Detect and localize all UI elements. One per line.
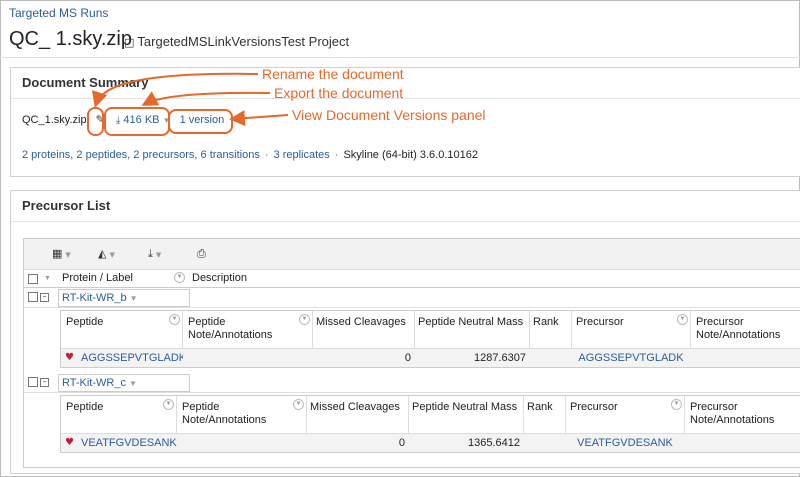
grid-icon: ▦	[52, 247, 63, 260]
column-protein-label[interactable]: Protein / Label	[62, 272, 133, 284]
protein-link[interactable]: RT-Kit-WR_b ▼	[58, 289, 190, 307]
header-label: Peptide Neutral Mass	[418, 316, 524, 328]
neutral-mass-cell: 1287.6307	[415, 348, 531, 367]
cell-value: 1287.6307	[474, 352, 526, 364]
charts-button[interactable]: ◭ ▼	[98, 247, 115, 260]
header-label: Rank	[527, 401, 553, 413]
header-label: Peptide	[66, 401, 104, 413]
precursor-note-cell	[691, 348, 800, 367]
sub-col-neutral-mass[interactable]: Peptide Neutral Mass	[409, 396, 524, 437]
chevron-down-icon: ▼	[65, 251, 71, 259]
column-description[interactable]: Description	[192, 272, 247, 284]
chart-icon: ◭	[98, 247, 107, 260]
column-menu-icon[interactable]: ▼	[677, 314, 688, 325]
cell-value: 1365.6412	[468, 437, 520, 449]
sub-col-rank[interactable]: Rank	[524, 396, 566, 437]
header-label: Peptide Neutral Mass	[412, 401, 518, 413]
protein-link[interactable]: RT-Kit-WR_c ▼	[58, 374, 190, 392]
precursor-cell[interactable]: VEATFGVDESANK	[565, 433, 686, 452]
sub-col-precursor-note[interactable]: Precursor Note/Annotations	[685, 396, 800, 437]
rank-cell	[524, 433, 566, 452]
row-checkbox[interactable]	[28, 377, 38, 387]
sub-col-precursor-note[interactable]: Precursor Note/Annotations	[691, 311, 800, 352]
missed-cleavages-cell: 0	[313, 348, 416, 367]
sub-col-missed-cleavages[interactable]: Missed Cleavages	[313, 311, 415, 352]
column-menu-icon[interactable]: ▼	[293, 399, 304, 410]
grid-toolbar: ▦ ▼ ◭ ▼ ⤓ ▼ ⎙	[24, 239, 800, 270]
header-label: Peptide Note/Annotations	[182, 401, 267, 426]
protein-label: RT-Kit-WR_b	[62, 292, 127, 304]
peptide-note-cell	[177, 433, 308, 452]
callout-export: Export the document	[274, 85, 404, 101]
column-menu-icon[interactable]: ▼	[174, 272, 185, 283]
sub-col-precursor[interactable]: Precursor	[571, 311, 691, 352]
peptide-cell[interactable]: ♥ AGGSSEPVTGLADK	[61, 348, 186, 367]
cell-value: 0	[404, 352, 411, 364]
precursor-link[interactable]: VEATFGVDESANK	[577, 437, 673, 449]
sub-col-peptide-note[interactable]: Peptide Note/Annotations	[177, 396, 307, 437]
header-label: Precursor	[576, 316, 624, 328]
callout-versions: View Document Versions panel	[292, 107, 486, 123]
print-icon: ⎙	[197, 247, 206, 260]
chevron-down-icon: ▼	[109, 251, 115, 259]
header-label: Peptide	[66, 316, 104, 328]
neutral-mass-cell: 1365.6412	[409, 433, 525, 452]
protein-row: − RT-Kit-WR_c ▼	[24, 374, 800, 393]
header-label: Missed Cleavages	[316, 316, 406, 328]
print-button[interactable]: ⎙	[197, 247, 206, 261]
grid-header: ▼ Protein / Label ▼ Description	[24, 270, 800, 288]
download-icon: ⤓	[148, 247, 153, 260]
select-all-checkbox[interactable]	[28, 274, 38, 284]
cell-value: 0	[398, 437, 405, 449]
precursor-grid: ▦ ▼ ◭ ▼ ⤓ ▼ ⎙ ▼ Protein / Label ▼ Descripti…	[23, 238, 800, 468]
rank-cell	[530, 348, 572, 367]
location-pin-icon: ♥	[65, 437, 74, 448]
row-checkbox[interactable]	[28, 292, 38, 302]
panel-title: Precursor List	[11, 191, 800, 222]
sub-col-missed-cleavages[interactable]: Missed Cleavages	[307, 396, 409, 437]
column-menu-icon[interactable]: ▼	[163, 399, 174, 410]
column-menu-icon[interactable]: ▼	[671, 399, 682, 410]
export-button[interactable]: ⤓ ▼	[148, 247, 161, 261]
header-label: Precursor Note/Annotations	[690, 401, 775, 426]
header-label: Precursor Note/Annotations	[696, 316, 781, 341]
header-label: Missed Cleavages	[310, 401, 400, 413]
sub-col-peptide-note[interactable]: Peptide Note/Annotations	[183, 311, 313, 352]
peptide-subgrid: Peptide ▼ Peptide Note/Annotations ▼ Mis…	[60, 310, 800, 368]
peptide-note-cell	[183, 348, 314, 367]
precursor-list-panel: Precursor List ▦ ▼ ◭ ▼ ⤓ ▼ ⎙ ▼ Protein / La…	[10, 190, 800, 474]
callout-rename: Rename the document	[262, 66, 404, 82]
missed-cleavages-cell: 0	[307, 433, 410, 452]
column-menu-icon[interactable]: ▼	[299, 314, 310, 325]
sub-col-peptide[interactable]: Peptide	[61, 396, 177, 437]
chevron-down-icon: ▼	[155, 251, 162, 259]
peptide-link[interactable]: VEATFGVDESANK	[81, 434, 177, 452]
location-pin-icon: ♥	[65, 352, 74, 363]
collapse-icon[interactable]: −	[40, 378, 49, 387]
column-menu-icon[interactable]: ▼	[169, 314, 180, 325]
protein-label: RT-Kit-WR_c	[62, 377, 126, 389]
sub-col-peptide[interactable]: Peptide	[61, 311, 183, 352]
chevron-down-icon[interactable]: ▼	[44, 275, 51, 282]
precursor-cell[interactable]: AGGSSEPVTGLADK	[571, 348, 692, 367]
peptide-subgrid: Peptide ▼ Peptide Note/Annotations ▼ Mis…	[60, 395, 800, 453]
chevron-down-icon: ▼	[129, 294, 138, 303]
grid-view-button[interactable]: ▦ ▼	[52, 247, 71, 260]
header-label: Precursor	[570, 401, 618, 413]
header-label: Peptide Note/Annotations	[188, 316, 273, 341]
sub-col-precursor[interactable]: Precursor	[565, 396, 685, 437]
sub-col-rank[interactable]: Rank	[530, 311, 572, 352]
precursor-note-cell	[685, 433, 800, 452]
sub-col-neutral-mass[interactable]: Peptide Neutral Mass	[415, 311, 530, 352]
precursor-link[interactable]: AGGSSEPVTGLADK	[578, 352, 683, 364]
header-label: Rank	[533, 316, 559, 328]
peptide-link[interactable]: AGGSSEPVTGLADK	[81, 349, 186, 367]
peptide-cell[interactable]: ♥ VEATFGVDESANK	[61, 433, 178, 452]
protein-row: − RT-Kit-WR_b ▼	[24, 289, 800, 308]
chevron-down-icon: ▼	[129, 379, 137, 388]
collapse-icon[interactable]: −	[40, 293, 49, 302]
